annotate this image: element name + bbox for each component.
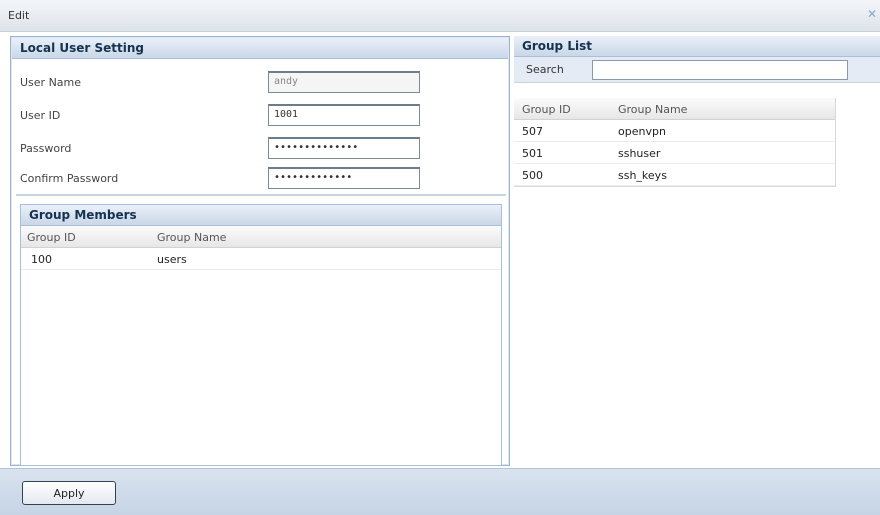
confirm-password-label: Confirm Password [20,172,119,185]
group-id-cell: 501 [522,147,543,160]
password-row: Password •••••••••••••• [12,137,432,161]
close-icon[interactable]: ✕ [866,7,878,21]
user-name-label: User Name [20,76,82,89]
password-field[interactable]: •••••••••••••• [268,137,420,159]
local-user-setting-header: Local User Setting [12,38,508,59]
table-row[interactable]: 501 sshuser [514,142,835,164]
column-group-id[interactable]: Group ID [27,231,76,244]
password-label: Password [20,142,72,155]
user-id-field[interactable]: 1001 [268,104,420,126]
group-id-cell: 100 [31,253,52,266]
group-list-grid: Group ID Group Name 507 openvpn 501 sshu… [514,98,836,187]
dialog-footer: Apply [0,468,880,515]
user-name-row: User Name andy [12,71,432,95]
group-members-grid: Group Members Group ID Group Name 100 us… [20,204,502,466]
group-name-cell: ssh_keys [618,169,667,182]
group-list-column-header: Group ID Group Name [514,98,835,120]
search-label: Search [526,63,564,76]
column-group-id[interactable]: Group ID [522,103,571,116]
apply-button[interactable]: Apply [22,481,116,505]
group-list-panel: Group List Search Group ID Group Name 50… [514,36,880,466]
local-user-panel: Local User Setting User Name andy User I… [10,36,510,466]
user-id-label: User ID [20,109,61,122]
section-divider [16,194,506,196]
group-name-cell: users [157,253,187,266]
group-list-header: Group List [514,36,880,57]
column-group-name[interactable]: Group Name [157,231,226,244]
table-row[interactable]: 500 ssh_keys [514,164,835,186]
group-id-cell: 500 [522,169,543,182]
dialog-titlebar: Edit ✕ [0,0,880,32]
table-row[interactable]: 100 users [21,248,501,270]
user-name-field: andy [268,71,420,93]
column-group-name[interactable]: Group Name [618,103,687,116]
dialog-title: Edit [8,9,30,22]
search-input[interactable] [592,60,848,80]
confirm-password-row: Confirm Password ••••••••••••• [12,167,432,191]
confirm-password-field[interactable]: ••••••••••••• [268,167,420,189]
group-members-column-header: Group ID Group Name [21,226,501,248]
user-id-row: User ID 1001 [12,104,432,128]
group-search-bar: Search [514,57,880,83]
group-members-header: Group Members [21,205,501,226]
group-name-cell: openvpn [618,125,666,138]
group-id-cell: 507 [522,125,543,138]
group-name-cell: sshuser [618,147,661,160]
table-row[interactable]: 507 openvpn [514,120,835,142]
